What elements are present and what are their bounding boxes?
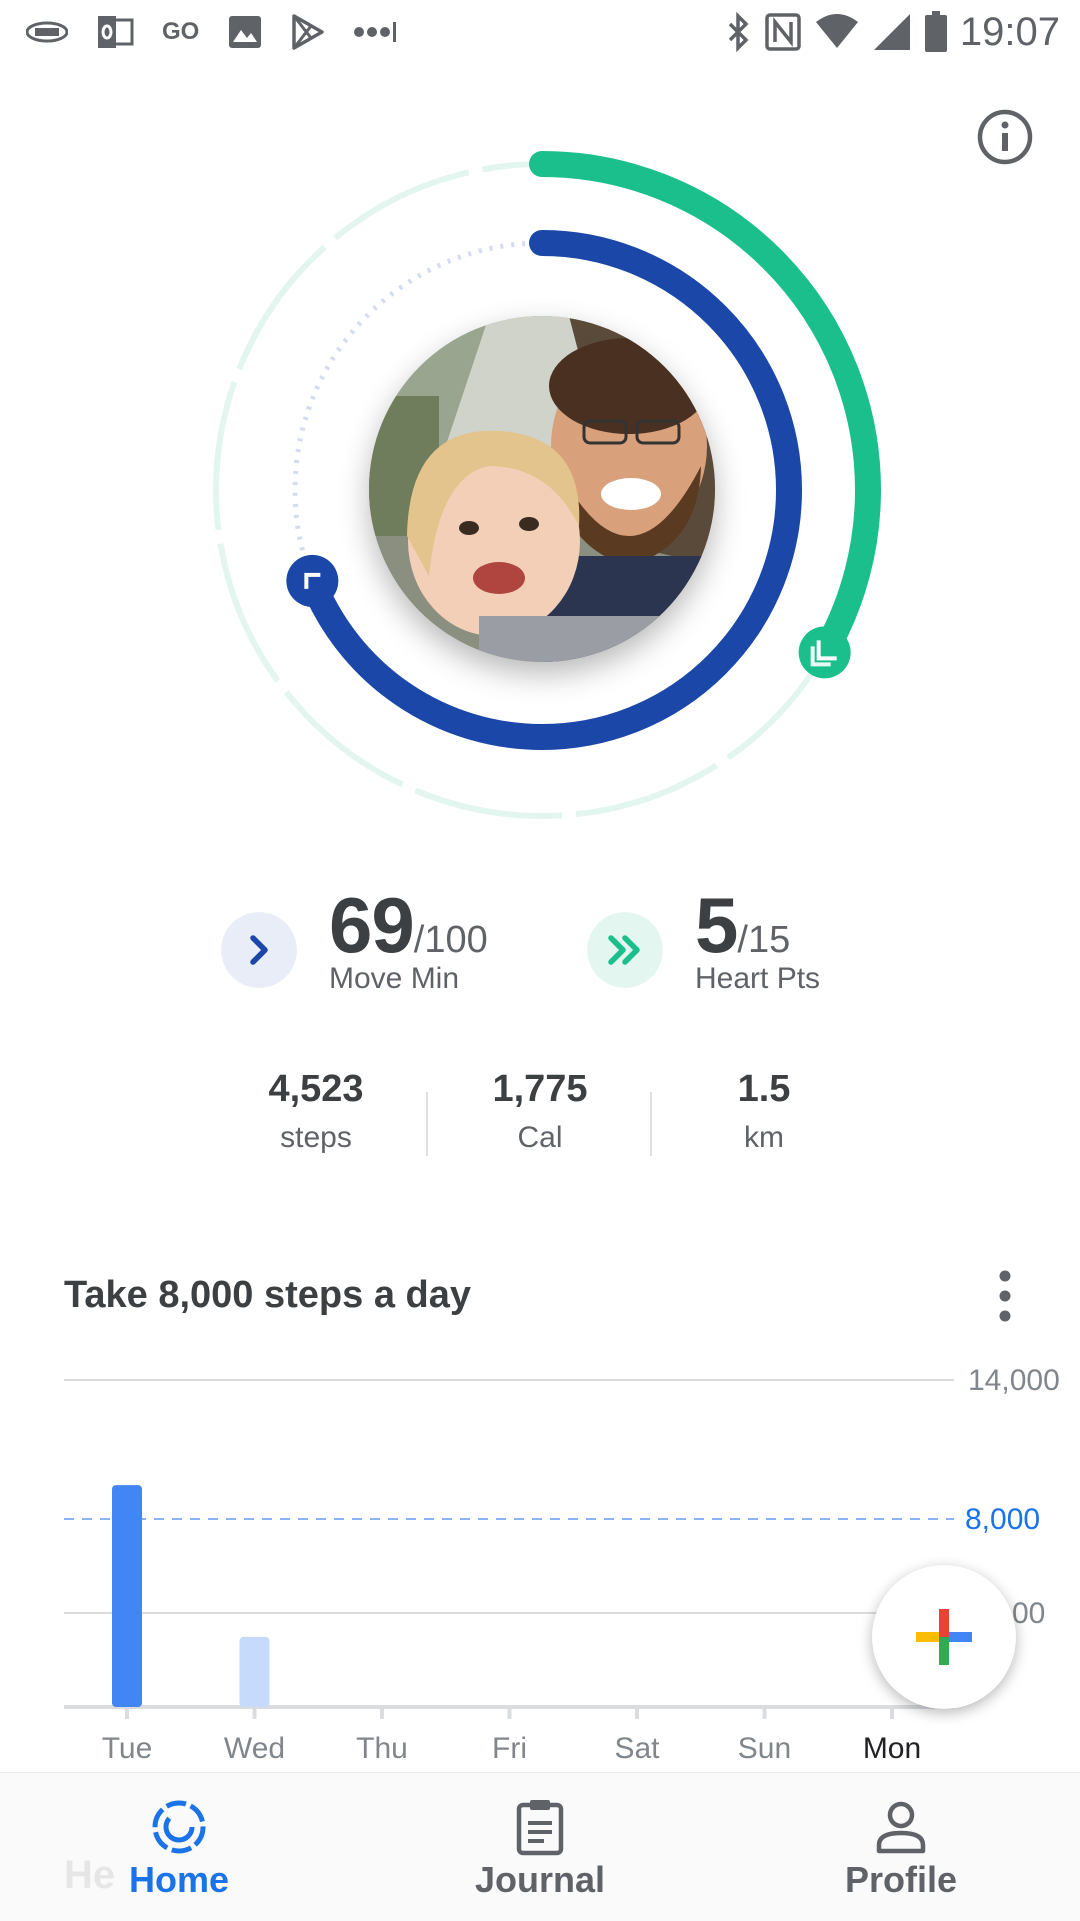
status-bar: GO 19:07	[0, 0, 1080, 64]
afl-icon	[26, 21, 68, 43]
chart-x-label-wed: Wed	[224, 1732, 285, 1760]
chart-x-label-thu: Thu	[356, 1732, 408, 1760]
heart-points-badge	[587, 912, 663, 988]
daily-stats: 4,523 steps 1,775 Cal 1.5 km	[204, 1068, 876, 1168]
bluetooth-icon	[728, 12, 749, 52]
outlook-icon	[98, 16, 134, 48]
battery-icon	[924, 11, 947, 52]
nav-profile-label: Profile	[844, 1859, 958, 1900]
profile-photo[interactable]	[369, 316, 715, 662]
calories-stat: 1,775 Cal	[428, 1068, 652, 1168]
move-ring-end-marker	[286, 554, 339, 607]
chart-x-label-fri: Fri	[492, 1732, 527, 1760]
chart-mid-label: 00	[1012, 1597, 1045, 1630]
cell-signal-icon	[873, 14, 910, 50]
go-text: GO	[162, 18, 200, 45]
gallery-icon	[229, 16, 262, 48]
chart-x-label-sun: Sun	[738, 1732, 791, 1760]
heart-ring-end-marker	[798, 626, 851, 679]
journal-clipboard-icon	[516, 1800, 564, 1856]
steps-value: 4,523	[268, 1068, 364, 1110]
home-ring-icon	[152, 1800, 206, 1854]
heart-points-goal: /15	[737, 919, 791, 961]
nav-journal-label: Journal	[474, 1859, 606, 1900]
goal-card-title: Take 8,000 steps a day	[64, 1274, 471, 1316]
nfc-icon	[765, 13, 801, 51]
move-minutes-goal: /100	[413, 919, 488, 961]
add-activity-fab[interactable]	[872, 1565, 1016, 1709]
notification-icons: GO	[26, 12, 397, 52]
move-minutes-label: Move Min	[329, 962, 460, 995]
plus-icon	[916, 1609, 972, 1665]
nav-home[interactable]: Home	[29, 1773, 329, 1921]
system-icons: 19:07	[726, 8, 1060, 56]
play-store-icon	[292, 14, 325, 50]
calories-unit: Cal	[517, 1121, 563, 1154]
chart-x-label-tue: Tue	[102, 1732, 153, 1760]
chart-x-label-sat: Sat	[614, 1732, 660, 1760]
profile-photo-image	[369, 316, 715, 662]
move-minutes-badge	[221, 912, 297, 988]
nav-profile[interactable]: Profile	[751, 1773, 1051, 1921]
chart-bar-wed[interactable]	[239, 1636, 270, 1707]
heart-points-value: 5/15	[695, 881, 791, 969]
chart-bar-tue[interactable]	[112, 1485, 142, 1707]
chart-goal-label: 8,000	[965, 1503, 1040, 1536]
steps-unit: steps	[280, 1121, 352, 1154]
steps-stat: 4,523 steps	[204, 1068, 428, 1168]
heart-points-label: Heart Pts	[695, 962, 821, 995]
chart-ymax-label: 14,000	[968, 1364, 1060, 1397]
bottom-navigation: He Home Journal Profile	[0, 1772, 1080, 1921]
profile-person-icon	[876, 1801, 926, 1854]
chart-x-axis: Tue Wed Thu Fri Sat Sun Mon	[102, 1707, 921, 1760]
more-notifications-icon	[354, 22, 397, 42]
distance-value: 1.5	[737, 1068, 791, 1110]
calories-value: 1,775	[492, 1068, 588, 1110]
distance-stat: 1.5 km	[652, 1068, 876, 1168]
wifi-icon	[815, 14, 858, 48]
nav-home-label: Home	[128, 1859, 230, 1900]
move-minutes-value: 69/100	[329, 881, 488, 969]
nav-journal[interactable]: Journal	[390, 1773, 690, 1921]
more-vert-icon[interactable]	[985, 1268, 1025, 1324]
distance-unit: km	[744, 1121, 784, 1154]
chart-x-label-mon: Mon	[863, 1732, 921, 1760]
clock: 19:07	[959, 9, 1060, 54]
